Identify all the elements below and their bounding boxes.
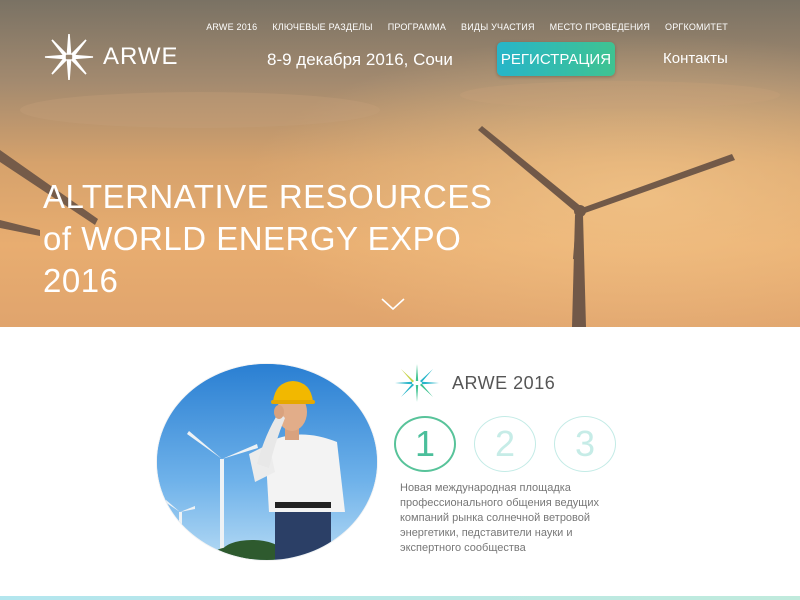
star-burst-icon: [395, 364, 439, 402]
logo[interactable]: ARWE: [43, 32, 179, 82]
nav-item-committee[interactable]: ОРГКОМИТЕТ: [665, 22, 728, 32]
nav-item-participation[interactable]: ВИДЫ УЧАСТИЯ: [461, 22, 535, 32]
top-navigation: ARWE 2016 КЛЮЧЕВЫЕ РАЗДЕЛЫ ПРОГРАММА ВИД…: [191, 22, 728, 32]
hero-title-line-3: 2016: [43, 262, 119, 299]
hero-section: ARWE ARWE 2016 КЛЮЧЕВЫЕ РАЗДЕЛЫ ПРОГРАММ…: [0, 0, 800, 327]
about-header: ARWE 2016: [394, 363, 555, 403]
nav-item-arwe-2016[interactable]: ARWE 2016: [206, 22, 257, 32]
contacts-link[interactable]: Контакты: [663, 50, 728, 67]
nav-item-venue[interactable]: МЕСТО ПРОВЕДЕНИЯ: [550, 22, 650, 32]
steps-indicator: 1 2 3: [394, 416, 634, 472]
bottom-divider: [0, 596, 800, 600]
about-title: ARWE 2016: [452, 372, 556, 393]
hero-title-line-1: ALTERNATIVE RESOURCES: [43, 178, 493, 215]
hero-title-line-2: of WORLD ENERGY EXPO: [43, 220, 462, 257]
step-1-button[interactable]: 1: [394, 416, 456, 472]
step-3-button[interactable]: 3: [554, 416, 616, 472]
step-2-button[interactable]: 2: [474, 416, 536, 472]
logo-text: ARWE: [103, 43, 179, 70]
nav-item-key-sections[interactable]: КЛЮЧЕВЫЕ РАЗДЕЛЫ: [272, 22, 372, 32]
hero-title: ALTERNATIVE RESOURCES of WORLD ENERGY EX…: [43, 176, 492, 302]
chevron-down-icon[interactable]: [380, 297, 406, 311]
register-button[interactable]: РЕГИСТРАЦИЯ: [497, 42, 615, 76]
engineer-turbines-illustration: [157, 364, 377, 560]
engineer-photo: [157, 364, 377, 560]
nav-item-program[interactable]: ПРОГРАММА: [388, 22, 446, 32]
about-description: Новая международная площадка профессиона…: [400, 482, 600, 554]
star-burst-icon: [44, 33, 94, 81]
event-date-location: 8-9 декабря 2016, Сочи: [267, 50, 453, 69]
